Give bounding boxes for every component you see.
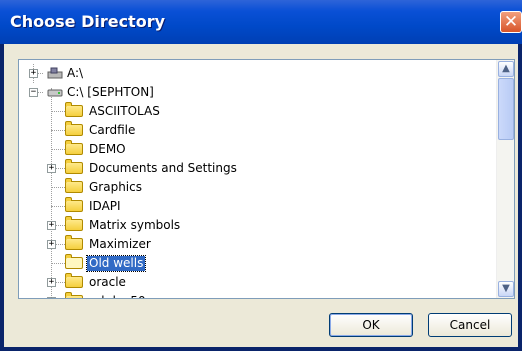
dialog-title: Choose Directory (10, 12, 166, 31)
tree-item-label: Documents and Settings (89, 161, 237, 175)
tree-item-label: Maximizer (89, 237, 151, 251)
floppy-drive-icon (47, 67, 63, 79)
scroll-down-button[interactable]: ▼ (498, 281, 514, 297)
chevron-down-icon: ▼ (502, 283, 510, 294)
hard-drive-icon (47, 89, 63, 97)
chevron-up-icon: ▲ (502, 63, 510, 74)
tree-item-label: IDAPI (89, 199, 121, 213)
folder-icon (65, 216, 83, 231)
folder-icon (65, 235, 83, 250)
tree-item-label: Old wells (85, 255, 147, 272)
tree-item-label: ASCIITOLAS (89, 104, 160, 118)
tree-item-label: oracle (89, 275, 126, 289)
tree-item-label: orkdev50 (87, 294, 148, 298)
folder-icon (65, 292, 83, 298)
folder-icon (65, 140, 83, 155)
folder-icon (65, 102, 83, 117)
expand-icon[interactable]: + (47, 221, 56, 230)
directory-tree[interactable]: + A:\ − C:\ [SEPHTON] ASCIITOLAS Cardfil… (18, 59, 515, 299)
cancel-button[interactable]: Cancel (428, 313, 512, 337)
folder-icon (65, 178, 83, 193)
tree-line (51, 88, 52, 298)
tree-item-label: C:\ [SEPHTON] (67, 85, 154, 99)
choose-directory-dialog: Choose Directory ✕ + A:\ − C:\ [SEPHTON] (0, 0, 522, 351)
vertical-scrollbar[interactable]: ▲ ▼ (496, 60, 514, 298)
title-bar[interactable]: Choose Directory ✕ (0, 0, 522, 44)
ok-button[interactable]: OK (329, 313, 413, 337)
expand-icon[interactable]: + (29, 69, 38, 78)
tree-item-label: Graphics (89, 180, 142, 194)
folder-icon (65, 121, 83, 136)
folder-icon (65, 159, 83, 174)
open-folder-icon (65, 254, 83, 269)
expand-icon[interactable]: + (47, 164, 56, 173)
expand-icon[interactable]: + (47, 240, 56, 249)
collapse-icon[interactable]: − (29, 88, 38, 97)
expand-icon[interactable]: + (47, 297, 56, 298)
tree-item-label: Cardfile (89, 123, 136, 137)
folder-icon (65, 197, 83, 212)
folder-icon (65, 273, 83, 288)
expand-icon[interactable]: + (47, 278, 56, 287)
tree-item-label: Matrix symbols (89, 218, 181, 232)
close-button[interactable]: ✕ (500, 11, 522, 33)
tree-item-label: DEMO (89, 142, 126, 156)
scroll-thumb[interactable] (498, 78, 514, 140)
tree-item-label: A:\ (67, 66, 84, 80)
scroll-up-button[interactable]: ▲ (498, 61, 514, 77)
close-icon: ✕ (503, 12, 519, 32)
